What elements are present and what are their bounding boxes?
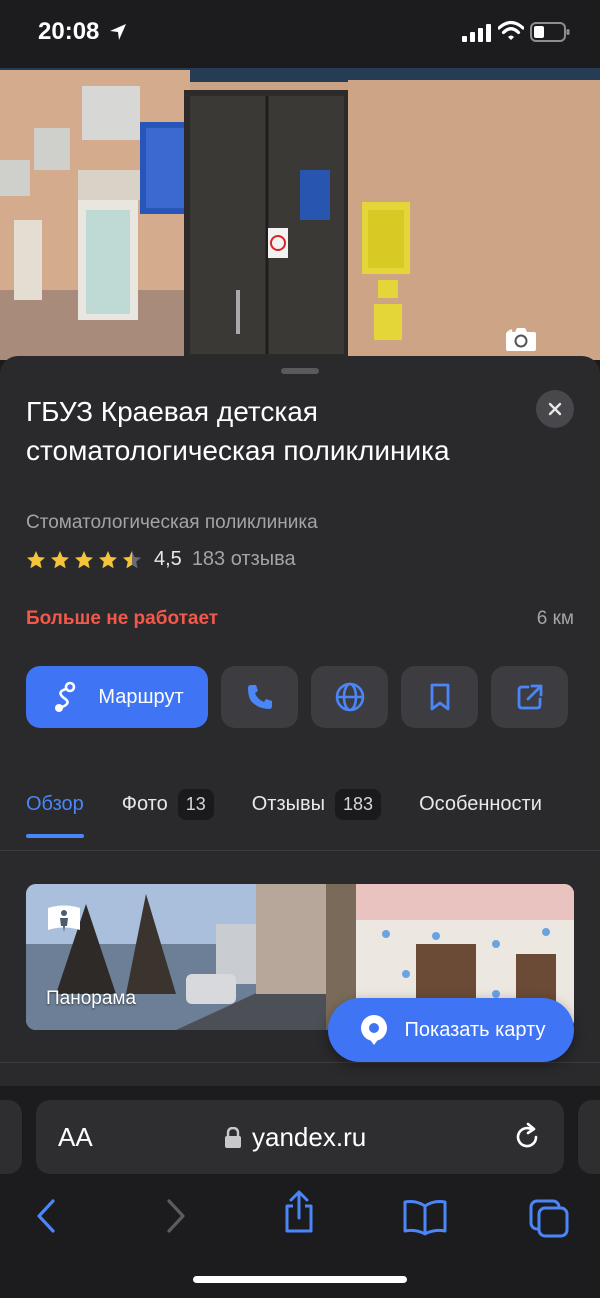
rating-row[interactable]: 4,5 183 отзыва [26, 548, 296, 571]
location-arrow-icon [110, 24, 126, 40]
previous-tab-preview[interactable] [0, 1100, 22, 1174]
tab-overview[interactable]: Обзор [26, 784, 84, 838]
status-bar: 20:08 [0, 0, 600, 68]
route-button-label: Маршрут [98, 685, 184, 708]
tabs: Обзор Фото 13 Отзывы 183 Особенности [26, 784, 580, 838]
tab-label: Фото [121, 792, 168, 815]
bookmark-button[interactable] [401, 666, 478, 728]
divider [0, 1062, 600, 1063]
route-button[interactable]: Маршрут [26, 666, 208, 728]
wifi-icon [498, 20, 524, 40]
reload-icon[interactable] [512, 1122, 542, 1152]
forward-icon[interactable] [164, 1198, 188, 1234]
tab-label: Отзывы [251, 792, 326, 815]
closed-status: Больше не работает [26, 608, 219, 629]
url-display[interactable]: yandex.ru [224, 1122, 366, 1153]
next-tab-preview[interactable] [578, 1100, 600, 1174]
map-pin-icon [360, 1015, 387, 1045]
action-buttons: Маршрут [26, 666, 568, 728]
camera-icon [506, 328, 536, 351]
half-star-icon [123, 550, 141, 568]
place-photo-carousel[interactable]: 13 [0, 60, 600, 360]
photo-count[interactable]: 13 [505, 326, 536, 351]
sheet-grabber[interactable] [281, 368, 319, 374]
close-button[interactable] [536, 390, 574, 428]
battery-icon [530, 22, 570, 42]
tab-photos[interactable]: Фото 13 [122, 784, 214, 824]
tab-label: Обзор [26, 792, 84, 815]
rating-stars [26, 550, 142, 570]
tab-badge: 183 [335, 788, 382, 820]
home-indicator [193, 1276, 407, 1283]
rating-value: 4,5 [154, 548, 182, 570]
star-icon [27, 550, 45, 568]
tab-label: Особенности [419, 792, 542, 815]
call-button[interactable] [221, 666, 298, 728]
show-map-label: Показать карту [404, 1018, 546, 1041]
star-icon [99, 550, 117, 568]
address-bar[interactable]: AA yandex.ru [36, 1100, 564, 1174]
divider [0, 850, 600, 851]
url-text: yandex.ru [252, 1122, 367, 1152]
globe-icon [335, 682, 364, 712]
lock-icon [225, 1126, 241, 1148]
share-sheet-icon[interactable] [281, 1190, 317, 1234]
tab-features[interactable]: Особенности [419, 784, 542, 824]
browser-toolbar [0, 1190, 600, 1246]
phone-icon [247, 685, 272, 709]
tabs-icon[interactable] [528, 1198, 570, 1238]
star-icon [51, 550, 69, 568]
status-time: 20:08 [38, 18, 100, 45]
place-title: ГБУЗ Краевая детская стоматологическая п… [26, 396, 450, 466]
place-category: Стоматологическая поликлиника [26, 512, 318, 533]
place-card-sheet: ГБУЗ Краевая детская стоматологическая п… [0, 356, 600, 1096]
distance: 6 км [536, 608, 574, 629]
panorama-label: Панорама [46, 988, 137, 1009]
building-photo [0, 60, 600, 360]
review-count[interactable]: 183 отзыва [192, 548, 296, 571]
back-icon[interactable] [34, 1198, 58, 1234]
tab-reviews[interactable]: Отзывы 183 [251, 784, 382, 824]
website-button[interactable] [311, 666, 388, 728]
browser-chrome: AA yandex.ru [0, 1086, 600, 1298]
show-map-button[interactable]: Показать карту [328, 998, 574, 1062]
tab-badge: 13 [177, 788, 214, 820]
share-icon [517, 684, 542, 710]
star-icon [75, 550, 93, 568]
cellular-signal-icon [462, 24, 491, 42]
active-tab-indicator [26, 834, 84, 838]
bookmark-icon [430, 683, 449, 711]
close-icon [548, 402, 562, 416]
text-size-button[interactable]: AA [58, 1122, 93, 1153]
panorama-icon [46, 904, 82, 941]
share-button[interactable] [491, 666, 568, 728]
bookmarks-icon[interactable] [402, 1198, 448, 1236]
route-icon [55, 681, 76, 712]
